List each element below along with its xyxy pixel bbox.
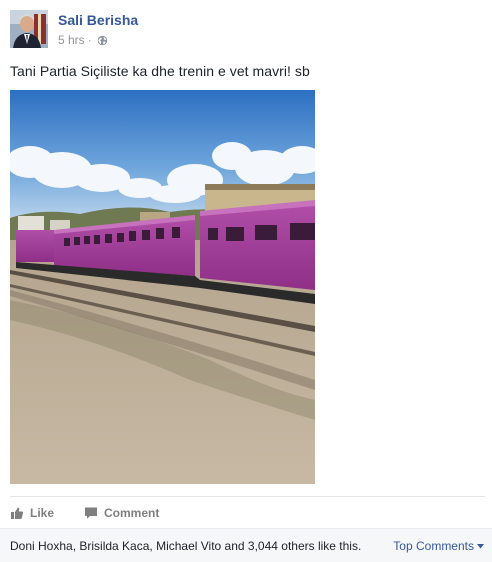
like-button[interactable]: Like: [10, 506, 54, 520]
top-comments-dropdown[interactable]: Top Comments: [393, 539, 484, 553]
likes-summary[interactable]: Doni Hoxha, Brisilda Kaca, Michael Vito …: [10, 539, 361, 553]
top-comments-label: Top Comments: [393, 539, 474, 553]
globe-icon[interactable]: [97, 35, 108, 46]
author-name[interactable]: Sali Berisha: [58, 12, 138, 28]
post-footer: Doni Hoxha, Brisilda Kaca, Michael Vito …: [0, 528, 492, 562]
thumbs-up-icon: [11, 507, 24, 519]
post-time[interactable]: 5 hrs: [58, 33, 85, 47]
facebook-post: Sali Berisha 5 hrs · Tani Partia Siçilis…: [0, 0, 492, 562]
comment-button[interactable]: Comment: [84, 506, 159, 520]
avatar-portrait-icon: [10, 10, 48, 48]
like-label: Like: [30, 505, 55, 520]
post-actions: Like Comment: [10, 496, 485, 528]
comment-label: Comment: [104, 505, 160, 520]
post-photo[interactable]: [10, 90, 315, 484]
comment-icon: [85, 507, 98, 519]
post-text: Tani Partia Siçiliste ka dhe trenin e ve…: [10, 63, 310, 79]
avatar[interactable]: [10, 10, 48, 48]
chevron-down-icon: [477, 543, 484, 548]
meta-separator: ·: [87, 33, 92, 47]
post-header: Sali Berisha 5 hrs ·: [10, 8, 480, 52]
post-meta: 5 hrs ·: [58, 33, 108, 47]
